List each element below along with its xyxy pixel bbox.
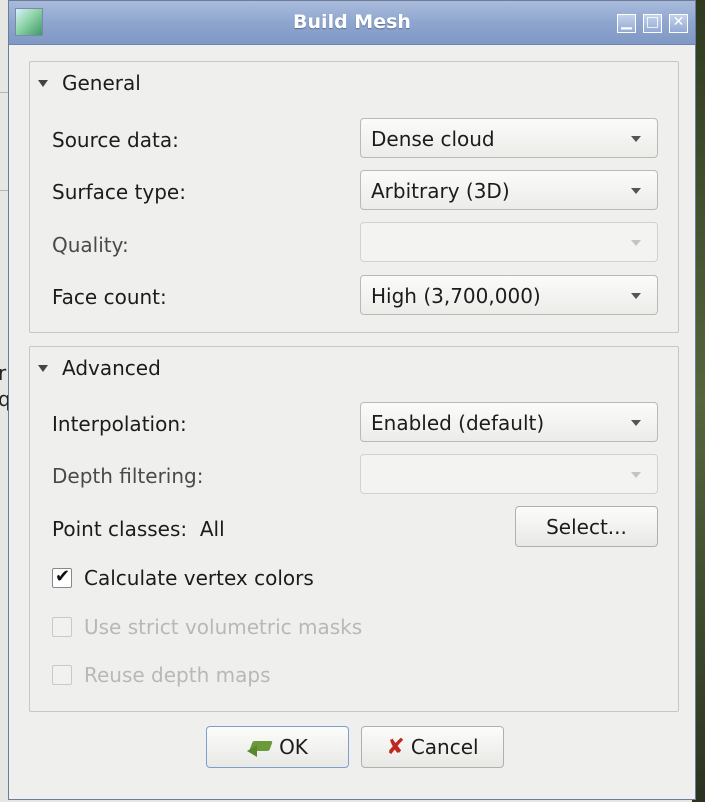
general-group-title: General bbox=[62, 71, 141, 95]
background-divider bbox=[0, 190, 8, 191]
select-point-classes-button[interactable]: Select... bbox=[515, 506, 658, 547]
point-classes-label: Point classes: All bbox=[52, 517, 225, 541]
face-count-value: High (3,700,000) bbox=[371, 284, 541, 308]
strict-volumetric-masks-label: Use strict volumetric masks bbox=[84, 615, 363, 639]
close-button[interactable]: ✕ bbox=[669, 14, 688, 33]
source-data-select[interactable]: Dense cloud bbox=[360, 118, 658, 158]
calculate-vertex-colors-label: Calculate vertex colors bbox=[84, 566, 314, 590]
close-icon: ✕ bbox=[672, 14, 685, 30]
surface-type-select[interactable]: Arbitrary (3D) bbox=[360, 170, 658, 210]
quality-select bbox=[360, 222, 658, 262]
point-classes-caption: Point classes: bbox=[52, 517, 188, 541]
dropdown-arrow-icon bbox=[631, 188, 641, 194]
background-divider bbox=[0, 92, 8, 93]
ok-button-label: OK bbox=[279, 735, 308, 759]
dropdown-arrow-icon bbox=[631, 472, 641, 478]
reuse-depth-maps-row: Reuse depth maps bbox=[52, 663, 270, 687]
minimize-icon: ▁ bbox=[621, 14, 632, 30]
face-count-label: Face count: bbox=[52, 285, 167, 309]
strict-volumetric-masks-checkbox bbox=[52, 617, 72, 637]
face-count-select[interactable]: High (3,700,000) bbox=[360, 275, 658, 315]
depth-filtering-select bbox=[360, 454, 658, 494]
dropdown-arrow-icon bbox=[631, 420, 641, 426]
interpolation-select[interactable]: Enabled (default) bbox=[360, 402, 658, 442]
cancel-button[interactable]: ✘ Cancel bbox=[361, 726, 504, 768]
reuse-depth-maps-checkbox bbox=[52, 665, 72, 685]
cancel-x-icon: ✘ bbox=[386, 734, 405, 760]
ok-arrow-icon bbox=[247, 737, 277, 757]
advanced-group: Advanced Interpolation: Enabled (default… bbox=[29, 346, 679, 712]
ok-button[interactable]: OK bbox=[206, 726, 349, 768]
point-classes-value: All bbox=[199, 517, 225, 541]
surface-type-value: Arbitrary (3D) bbox=[371, 179, 510, 203]
collapse-triangle-icon bbox=[38, 364, 48, 372]
general-group: General Source data: Dense cloud Surface… bbox=[29, 61, 679, 333]
cancel-button-label: Cancel bbox=[410, 735, 479, 759]
minimize-button[interactable]: ▁ bbox=[617, 14, 636, 33]
dropdown-arrow-icon bbox=[631, 136, 641, 142]
calculate-vertex-colors-row[interactable]: Calculate vertex colors bbox=[52, 566, 314, 590]
advanced-group-title: Advanced bbox=[62, 356, 161, 380]
maximize-button[interactable]: □ bbox=[643, 14, 662, 33]
calculate-vertex-colors-checkbox[interactable] bbox=[52, 566, 72, 588]
build-mesh-dialog: Build Mesh ▁ □ ✕ General Source data: De… bbox=[8, 0, 696, 800]
source-data-value: Dense cloud bbox=[371, 127, 495, 151]
window-title: Build Mesh bbox=[293, 11, 411, 33]
maximize-icon: □ bbox=[645, 14, 660, 30]
surface-type-label: Surface type: bbox=[52, 180, 186, 204]
dropdown-arrow-icon bbox=[631, 240, 641, 246]
quality-label: Quality: bbox=[52, 233, 129, 257]
dropdown-arrow-icon bbox=[631, 293, 641, 299]
advanced-group-header[interactable]: Advanced bbox=[38, 355, 161, 381]
title-bar[interactable]: Build Mesh ▁ □ ✕ bbox=[9, 1, 695, 45]
interpolation-value: Enabled (default) bbox=[371, 411, 545, 435]
source-data-label: Source data: bbox=[52, 128, 179, 152]
depth-filtering-label: Depth filtering: bbox=[52, 464, 204, 488]
reuse-depth-maps-label: Reuse depth maps bbox=[84, 663, 271, 687]
general-group-header[interactable]: General bbox=[38, 70, 141, 96]
interpolation-label: Interpolation: bbox=[52, 412, 187, 436]
collapse-triangle-icon bbox=[38, 79, 48, 87]
strict-volumetric-masks-row: Use strict volumetric masks bbox=[52, 615, 362, 639]
